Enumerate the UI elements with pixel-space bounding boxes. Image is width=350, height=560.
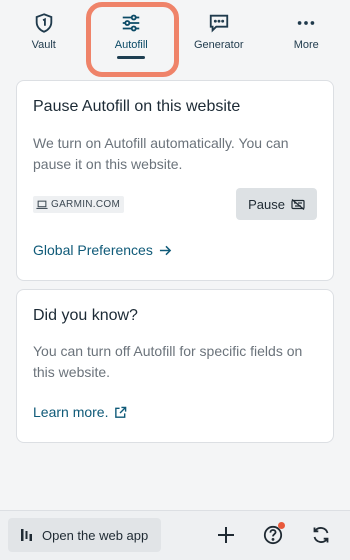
- tip-card-title: Did you know?: [33, 307, 138, 324]
- notification-dot: [278, 522, 285, 529]
- tab-vault[interactable]: Vault: [9, 12, 79, 58]
- global-preferences-label: Global Preferences: [33, 242, 153, 258]
- sync-button[interactable]: [310, 524, 332, 546]
- site-chip: GARMIN.COM: [33, 196, 125, 213]
- tab-generator[interactable]: Generator: [184, 12, 254, 58]
- active-tab-indicator: [117, 56, 146, 59]
- pause-button-label: Pause: [248, 196, 285, 212]
- generator-chat-icon: [209, 14, 228, 33]
- tab-autofill-label: Autofill: [114, 39, 148, 51]
- add-button[interactable]: [215, 524, 237, 546]
- site-name: GARMIN.COM: [51, 199, 121, 210]
- tab-generator-label: Generator: [193, 39, 244, 51]
- plus-icon: [218, 527, 234, 543]
- tab-more[interactable]: More: [271, 12, 341, 58]
- learn-more-link[interactable]: Learn more.: [33, 404, 127, 420]
- sliders-icon: [123, 14, 140, 32]
- arrow-right-icon: [159, 245, 172, 255]
- learn-more-label: Learn more.: [33, 404, 109, 420]
- bottom-bar: Open the web app: [0, 510, 350, 560]
- help-button[interactable]: [262, 522, 285, 546]
- more-dots-icon: [298, 21, 315, 25]
- pause-button[interactable]: Pause: [236, 188, 317, 220]
- top-nav: Vault Autofill Generator More: [0, 0, 350, 64]
- keyboard-off-icon: [291, 198, 305, 210]
- sync-icon: [313, 527, 329, 543]
- open-web-app-button[interactable]: Open the web app: [8, 518, 161, 552]
- tip-card-description: You can turn off Autofill for specific f…: [33, 343, 303, 380]
- external-link-icon: [115, 406, 127, 418]
- pause-card-title: Pause Autofill on this website: [33, 98, 241, 115]
- tab-autofill[interactable]: Autofill: [96, 12, 166, 59]
- pause-card-description: We turn on Autofill automatically. You c…: [33, 135, 289, 172]
- tab-vault-label: Vault: [31, 39, 56, 51]
- vault-shield-icon: [35, 13, 52, 33]
- did-you-know-card: Did you know? You can turn off Autofill …: [16, 289, 334, 443]
- vault-logo-icon: [21, 529, 32, 541]
- open-web-app-label: Open the web app: [42, 527, 149, 543]
- tab-more-label: More: [293, 39, 319, 51]
- global-preferences-link[interactable]: Global Preferences: [33, 242, 172, 258]
- laptop-icon: [36, 200, 48, 209]
- pause-autofill-card: Pause Autofill on this website We turn o…: [16, 80, 334, 281]
